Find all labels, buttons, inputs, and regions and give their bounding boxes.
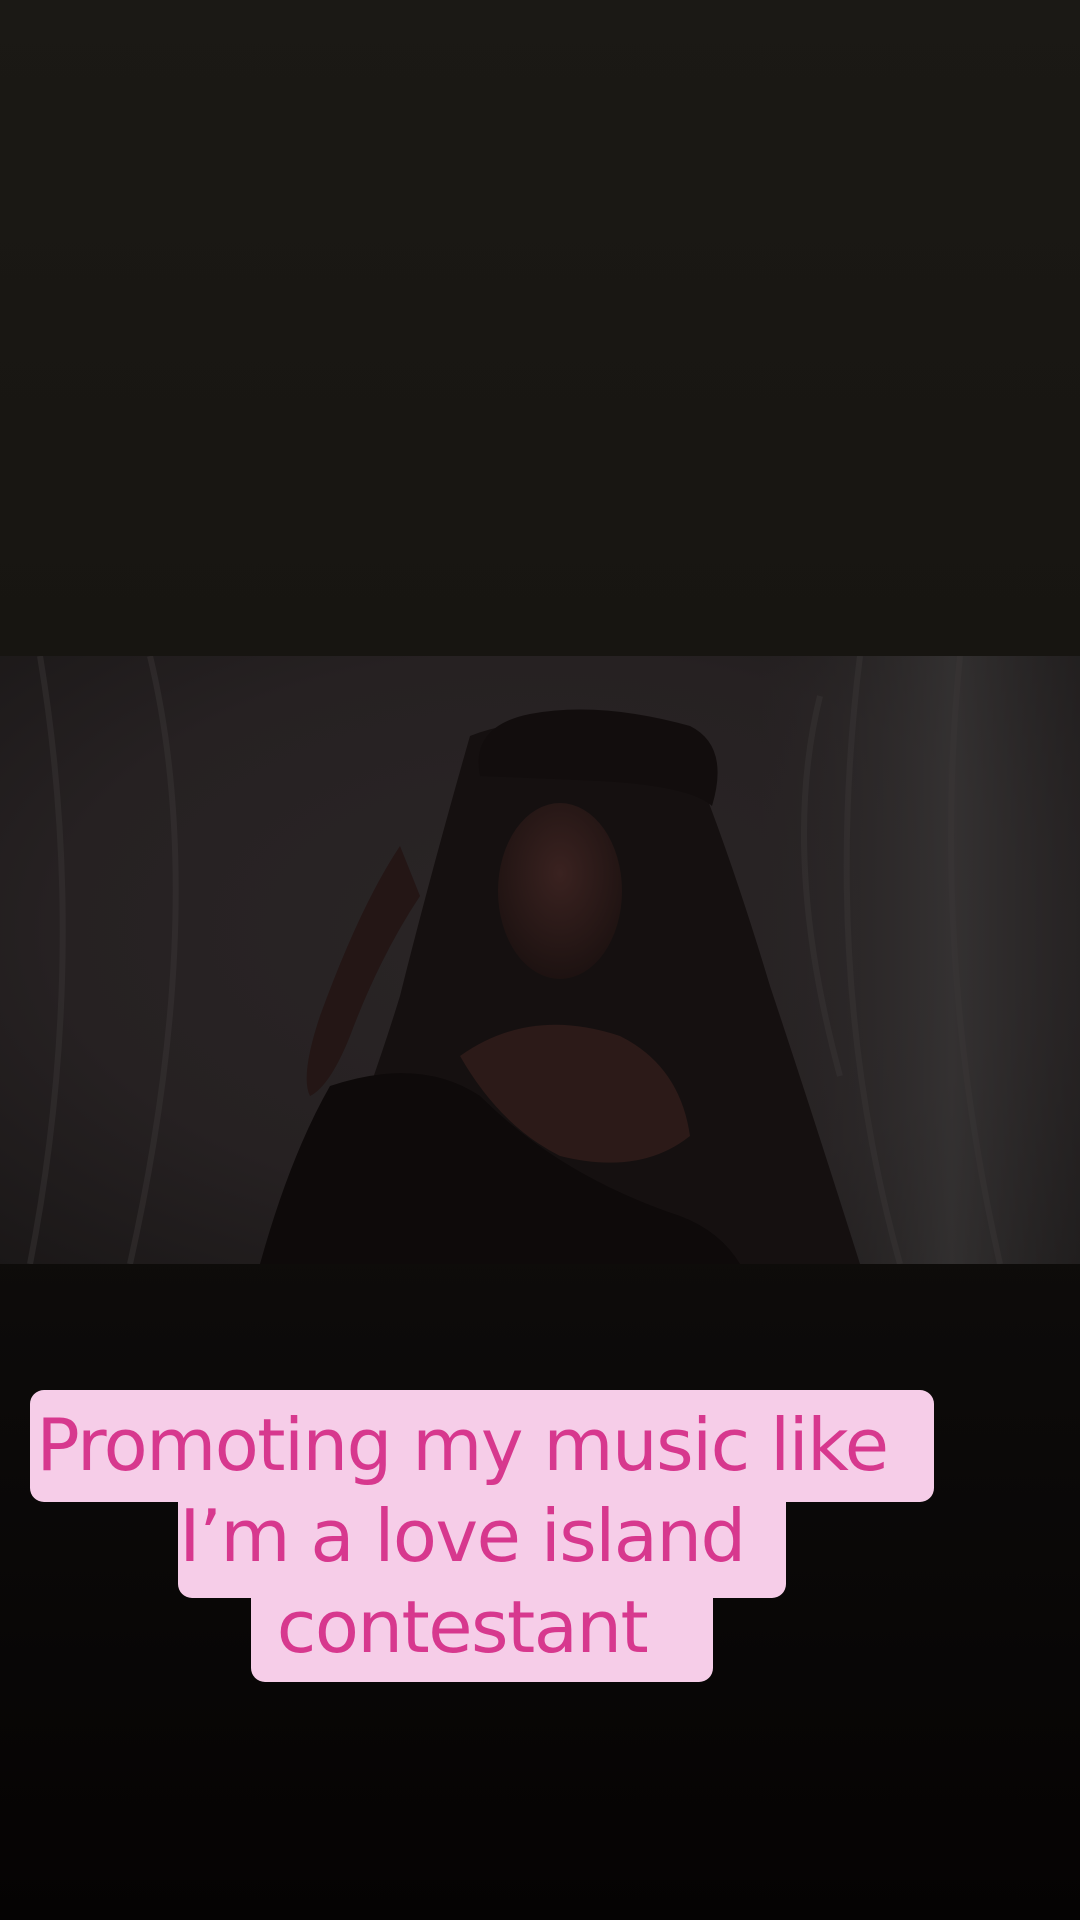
video-screen[interactable]: Promoting my music like I’m a love islan… bbox=[0, 0, 1080, 1920]
video-frame[interactable] bbox=[0, 656, 1080, 1264]
caption-text-line-1: Promoting my music like bbox=[36, 1403, 889, 1487]
caption-text-line-3: contestant bbox=[276, 1585, 649, 1669]
video-still-image bbox=[0, 656, 1080, 1264]
caption-overlay: Promoting my music like I’m a love islan… bbox=[30, 1390, 934, 1682]
caption-text-line-2: I’m a love island bbox=[179, 1494, 746, 1578]
face-shape bbox=[498, 803, 622, 979]
